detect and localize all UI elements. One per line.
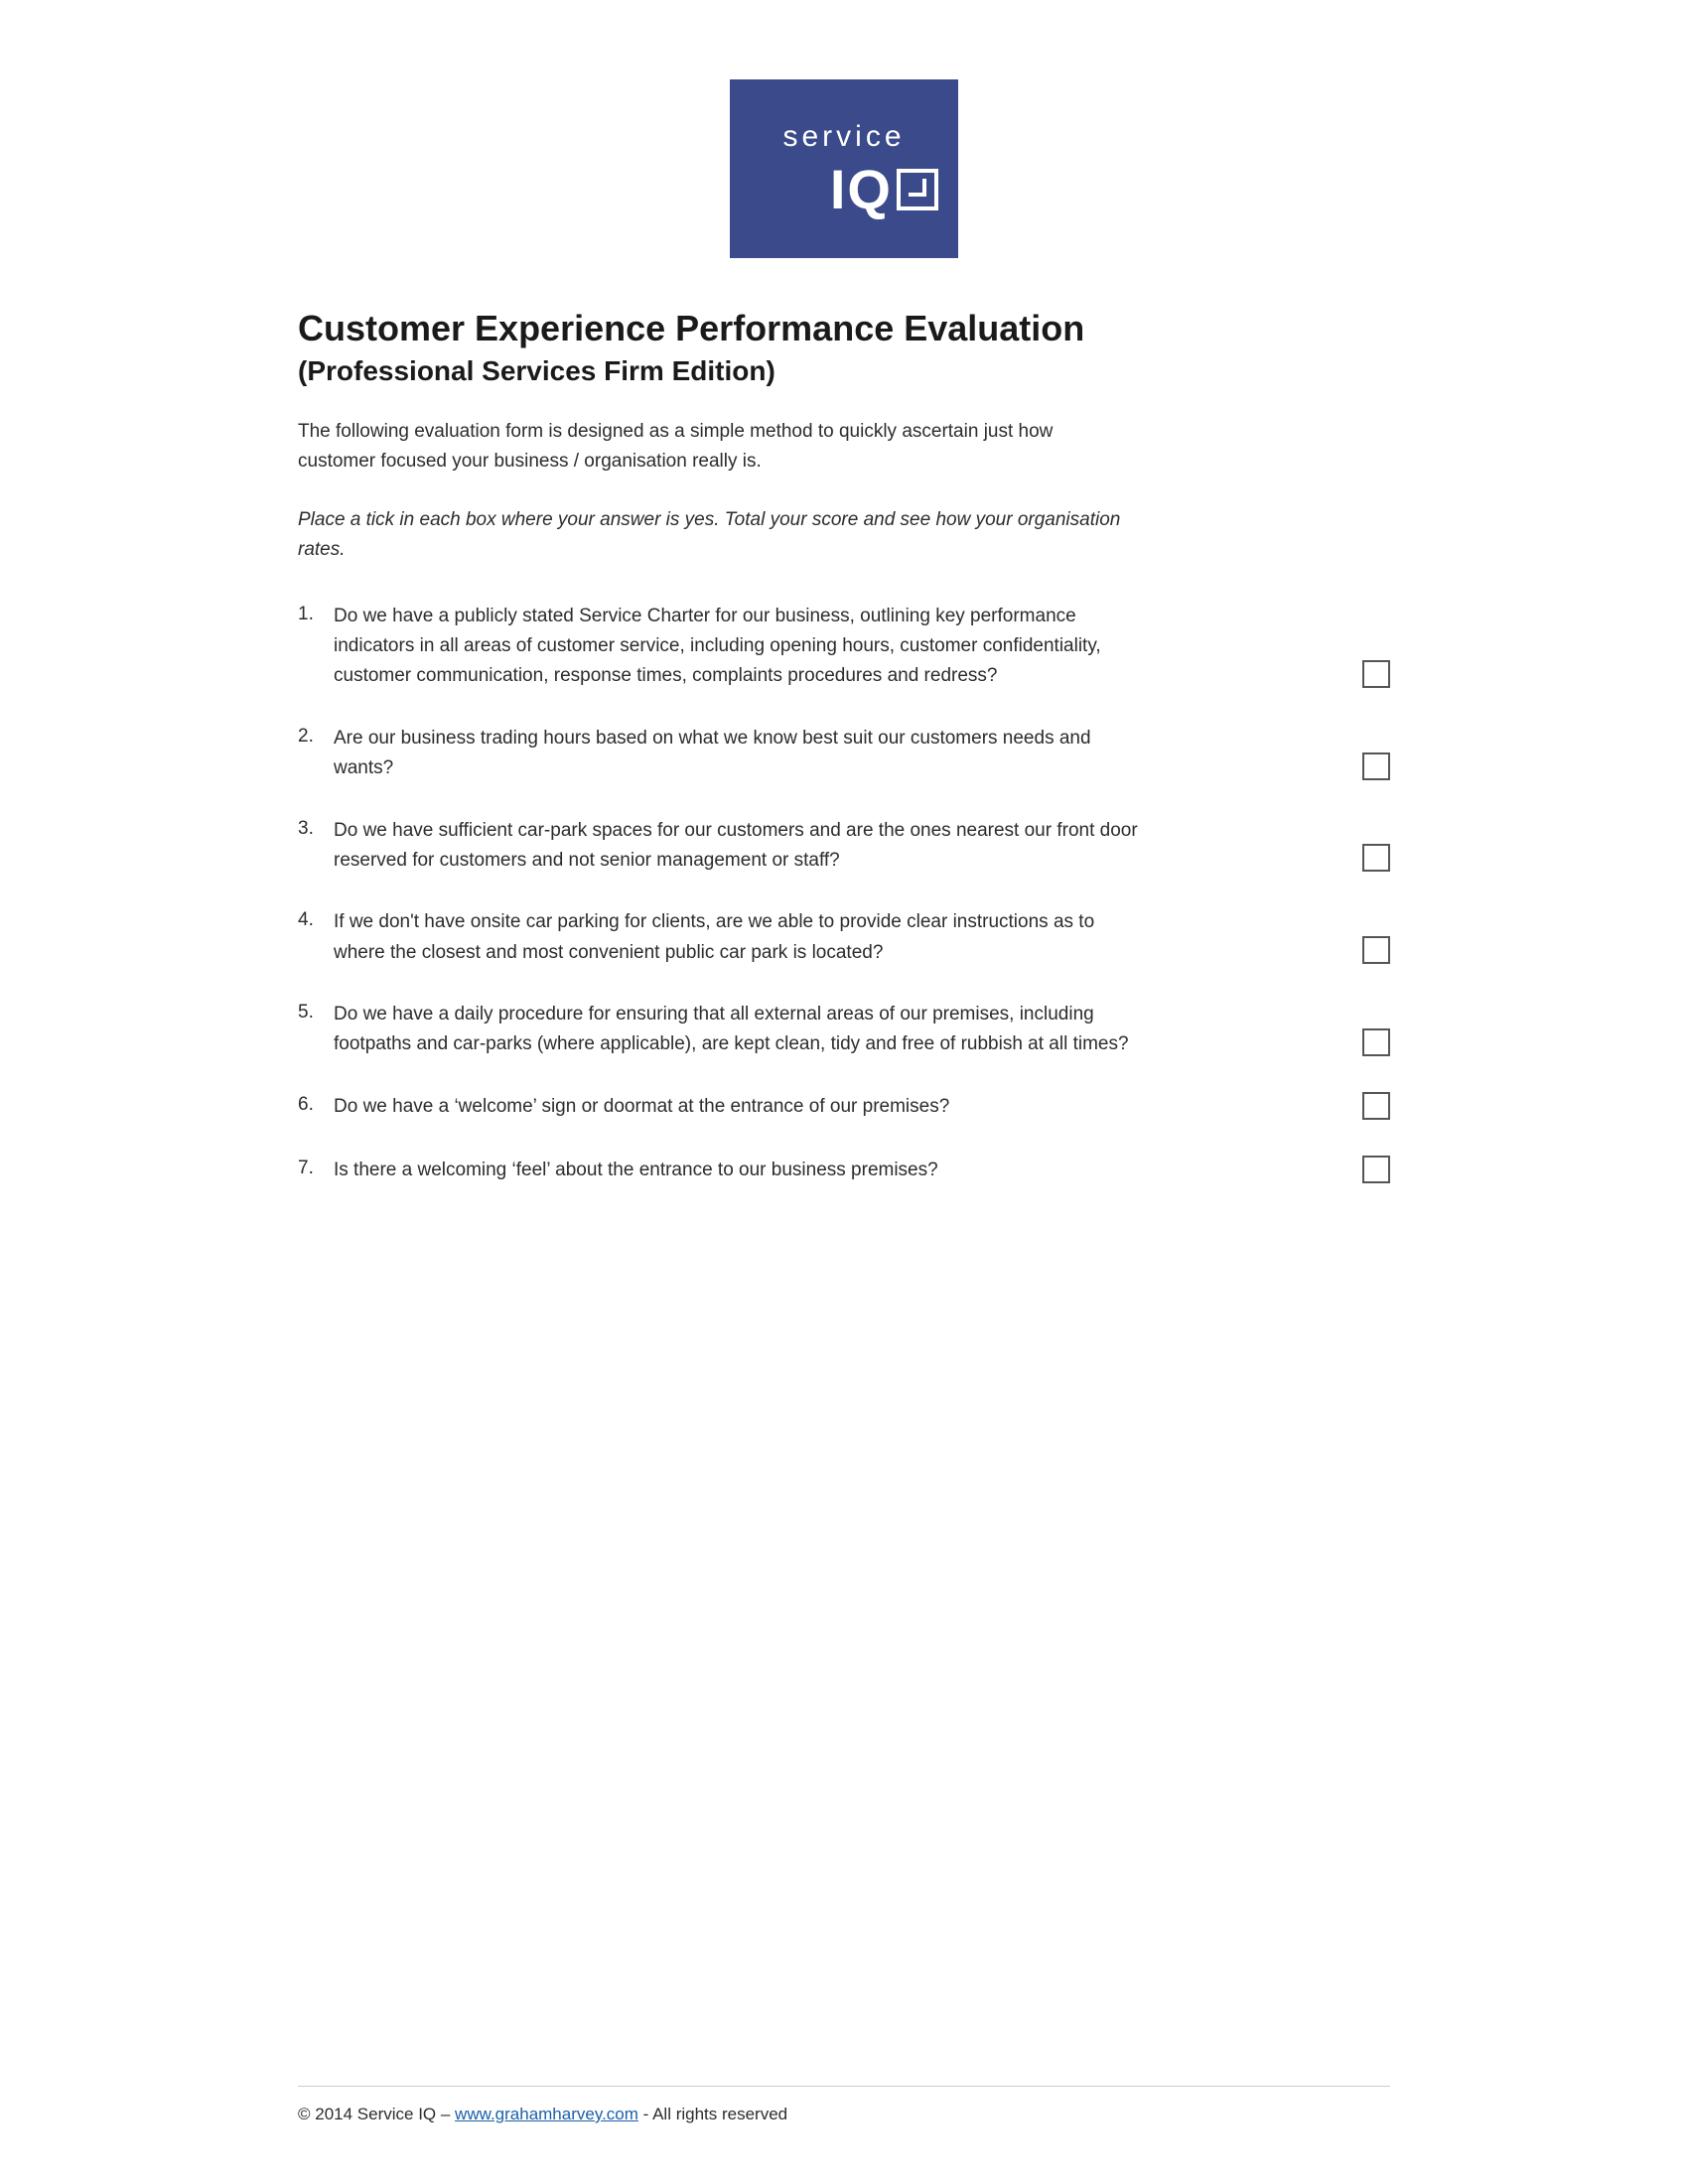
question-text-5: Do we have a daily procedure for ensurin…: [334, 1000, 1148, 1060]
question-text-2: Are our business trading hours based on …: [334, 724, 1148, 784]
question-row-6: 6. Do we have a ‘welcome’ sign or doorma…: [298, 1092, 1390, 1124]
checkbox-area-7: [1311, 1156, 1390, 1187]
logo-iq-text: IQ: [830, 162, 893, 217]
sub-title: (Professional Services Firm Edition): [298, 355, 1390, 387]
question-number-2: 2.: [298, 724, 334, 748]
question-text-6: Do we have a ‘welcome’ sign or doormat a…: [334, 1092, 949, 1122]
question-row-7: 7. Is there a welcoming ‘feel’ about the…: [298, 1156, 1390, 1187]
question-number-1: 1.: [298, 602, 334, 625]
checkbox-5[interactable]: [1362, 1028, 1390, 1056]
instruction-text: Place a tick in each box where your answ…: [298, 505, 1172, 566]
footer-text: © 2014 Service IQ – www.grahamharvey.com…: [298, 2105, 787, 2123]
checkbox-3[interactable]: [1362, 844, 1390, 872]
question-text-1: Do we have a publicly stated Service Cha…: [334, 602, 1148, 692]
question-text-7: Is there a welcoming ‘feel’ about the en…: [334, 1156, 938, 1185]
checkbox-area-3: [1311, 844, 1390, 876]
footer-text-after: - All rights reserved: [638, 2105, 787, 2123]
question-row-4: 4. If we don't have onsite car parking f…: [298, 907, 1390, 968]
intro-paragraph1: The following evaluation form is designe…: [298, 417, 1112, 478]
footer-divider: [298, 2086, 1390, 2087]
question-row-1: 1. Do we have a publicly stated Service …: [298, 602, 1390, 692]
main-title: Customer Experience Performance Evaluati…: [298, 308, 1390, 349]
title-section: Customer Experience Performance Evaluati…: [298, 308, 1390, 387]
question-text-3: Do we have sufficient car-park spaces fo…: [334, 816, 1148, 877]
questions-list: 1. Do we have a publicly stated Service …: [298, 602, 1390, 1219]
footer-text-before: © 2014 Service IQ –: [298, 2105, 455, 2123]
checkbox-area-1: [1311, 660, 1390, 692]
checkbox-area-4: [1311, 936, 1390, 968]
checkbox-area-6: [1311, 1092, 1390, 1124]
question-row-2: 2. Are our business trading hours based …: [298, 724, 1390, 784]
checkbox-1[interactable]: [1362, 660, 1390, 688]
question-number-5: 5.: [298, 1000, 334, 1024]
footer: © 2014 Service IQ – www.grahamharvey.com…: [298, 2046, 1390, 2124]
question-row-5: 5. Do we have a daily procedure for ensu…: [298, 1000, 1390, 1060]
checkbox-area-5: [1311, 1028, 1390, 1060]
logo-container: service IQ: [298, 79, 1390, 258]
question-number-7: 7.: [298, 1156, 334, 1179]
question-row-3: 3. Do we have sufficient car-park spaces…: [298, 816, 1390, 877]
question-number-3: 3.: [298, 816, 334, 840]
service-iq-logo: service IQ: [730, 79, 958, 258]
footer-link[interactable]: www.grahamharvey.com: [455, 2105, 638, 2123]
question-number-6: 6.: [298, 1092, 334, 1116]
logo-service-text: service: [782, 120, 905, 154]
logo-box-icon: [897, 169, 938, 210]
question-text-4: If we don't have onsite car parking for …: [334, 907, 1148, 968]
checkbox-area-2: [1311, 752, 1390, 784]
checkbox-2[interactable]: [1362, 752, 1390, 780]
checkbox-7[interactable]: [1362, 1156, 1390, 1183]
question-number-4: 4.: [298, 907, 334, 931]
checkbox-6[interactable]: [1362, 1092, 1390, 1120]
checkbox-4[interactable]: [1362, 936, 1390, 964]
